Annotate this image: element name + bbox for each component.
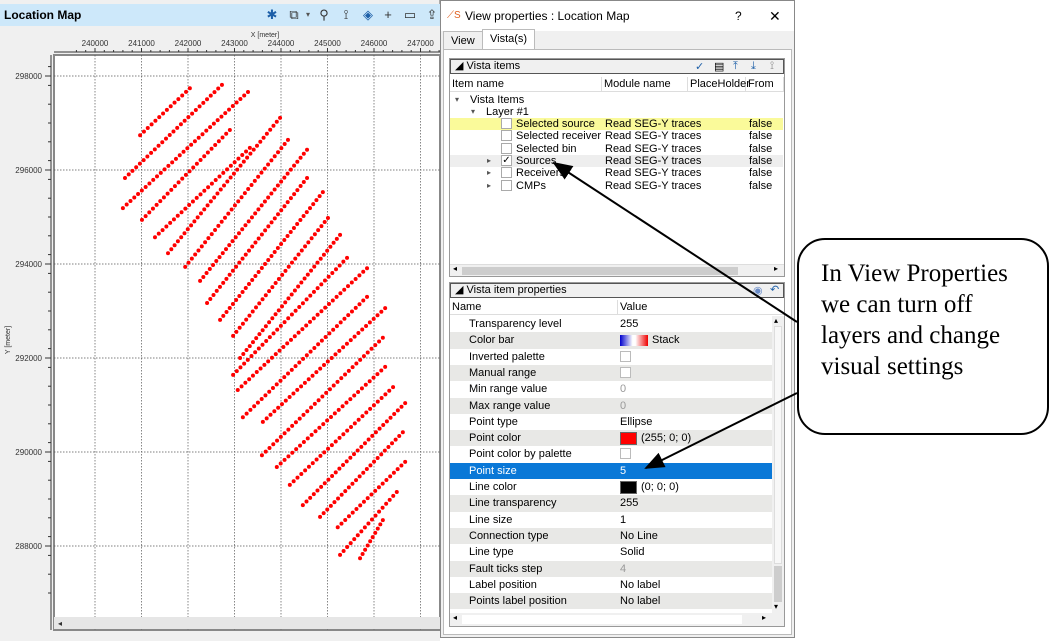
arrow-to-sources [552, 161, 798, 323]
arrow-to-point-size [644, 392, 798, 469]
annotation-arrows [552, 161, 798, 469]
